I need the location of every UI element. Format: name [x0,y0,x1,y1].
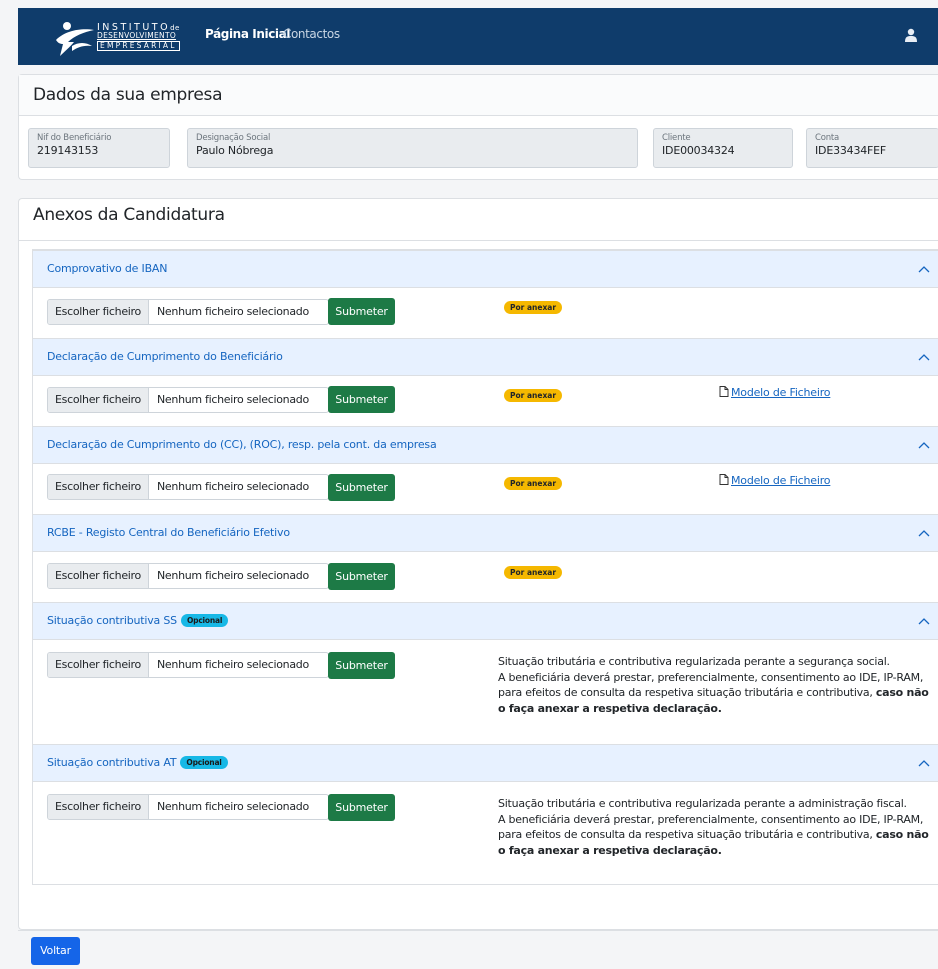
nav-home-link[interactable]: Página Inicial [205,27,290,41]
submit-button[interactable]: Submeter [328,652,395,679]
chevron-up-icon [918,618,930,625]
accordion-title-wrap: Situação contributiva SS Opcional [47,614,229,627]
client-field: Cliente IDE00034324 [653,128,793,168]
submit-button[interactable]: Submeter [328,386,395,413]
chevron-up-icon [918,760,930,767]
account-label: Conta [815,133,840,143]
ss-situation-note: Situação tributária e contributiva regul… [498,654,933,716]
accordion-title: Situação contributiva AT [47,756,177,769]
optional-badge: Opcional [180,756,228,769]
file-input-at-situation[interactable]: Escolher ficheiro Nenhum ficheiro seleci… [47,794,329,820]
accordion-header-rcbe[interactable]: RCBE - Registo Central do Beneficiário E… [33,514,938,552]
accordion-header-ss-situation[interactable]: Situação contributiva SS Opcional [33,602,938,640]
choose-file-button[interactable]: Escolher ficheiro [48,564,149,588]
file-name-text: Nenhum ficheiro selecionado [157,658,309,671]
submit-button[interactable]: Submeter [328,298,395,325]
company-panel-title: Dados da sua empresa [19,75,938,116]
choose-file-button[interactable]: Escolher ficheiro [48,388,149,412]
chevron-up-icon [918,354,930,361]
logo-line-2: DESENVOLVIMENTO [97,31,177,40]
file-icon [719,474,729,485]
chevron-up-icon [918,266,930,273]
note-line-1: Situação tributária e contributiva regul… [498,655,890,668]
accordion-title: RCBE - Registo Central do Beneficiário E… [47,526,290,539]
file-name-text: Nenhum ficheiro selecionado [157,569,309,582]
file-icon [719,386,729,397]
optional-badge: Opcional [180,614,229,627]
file-name-text: Nenhum ficheiro selecionado [157,305,309,318]
logo-line-3: EMPRESARIAL [97,41,180,51]
chevron-up-icon [918,442,930,449]
back-button[interactable]: Voltar [31,937,80,965]
accordion-title-wrap: Situação contributiva AT Opcional [47,756,228,769]
model-file-link-text: Modelo de Ficheiro [731,386,831,399]
chevron-up-icon [918,530,930,537]
accordion-title: Declaração de Cumprimento do (CC), (ROC)… [47,438,437,451]
file-name-text: Nenhum ficheiro selecionado [157,480,309,493]
divider [19,240,938,241]
model-file-link[interactable]: Modelo de Ficheiro [719,474,831,487]
accordion-header-iban[interactable]: Comprovativo de IBAN [33,250,938,288]
file-name-text: Nenhum ficheiro selecionado [157,800,309,813]
accordion-title: Declaração de Cumprimento do Beneficiári… [47,350,283,363]
choose-file-button[interactable]: Escolher ficheiro [48,300,149,324]
nif-field: Nif do Beneficiário 219143153 [28,128,170,168]
status-badge: Por anexar [504,566,563,579]
submit-button[interactable]: Submeter [328,563,395,590]
model-file-link[interactable]: Modelo de Ficheiro [719,386,831,399]
accordion-title: Situação contributiva SS [47,614,177,627]
status-badge: Por anexar [504,301,563,314]
nif-value: 219143153 [37,144,99,157]
status-badge: Por anexar [504,477,563,490]
ide-logo[interactable]: INSTITUTOde DESENVOLVIMENTO EMPRESARIAL [54,20,194,56]
file-input-cc-roc-declaration[interactable]: Escolher ficheiro Nenhum ficheiro seleci… [47,474,329,500]
annex-accordion: Comprovativo de IBAN Escolher ficheiro N… [32,249,938,885]
note-line-2: A beneficiária deverá prestar, preferenc… [498,670,924,700]
note-line-2: A beneficiária deverá prestar, preferenc… [498,812,924,842]
annex-panel-title: Anexos da Candidatura [33,205,225,225]
client-label: Cliente [662,133,691,143]
file-name-text: Nenhum ficheiro selecionado [157,393,309,406]
logo-text: INSTITUTOde DESENVOLVIMENTO EMPRESARIAL [97,23,180,51]
footer-divider [18,930,938,931]
file-input-beneficiary-declaration[interactable]: Escolher ficheiro Nenhum ficheiro seleci… [47,387,329,413]
status-badge: Por anexar [504,389,563,402]
accordion-header-beneficiary-declaration[interactable]: Declaração de Cumprimento do Beneficiári… [33,338,938,376]
file-input-iban[interactable]: Escolher ficheiro Nenhum ficheiro seleci… [47,299,329,325]
choose-file-button[interactable]: Escolher ficheiro [48,653,149,677]
file-input-ss-situation[interactable]: Escolher ficheiro Nenhum ficheiro seleci… [47,652,329,678]
accordion-title: Comprovativo de IBAN [47,262,168,275]
nav-contacts-link[interactable]: Contactos [283,27,340,41]
accordion-header-cc-roc-declaration[interactable]: Declaração de Cumprimento do (CC), (ROC)… [33,426,938,464]
accordion-header-at-situation[interactable]: Situação contributiva AT Opcional [33,744,938,782]
account-value: IDE33434FEF [815,144,887,157]
user-icon[interactable] [905,28,917,42]
submit-button[interactable]: Submeter [328,474,395,501]
at-situation-note: Situação tributária e contributiva regul… [498,796,933,858]
company-data-panel: Dados da sua empresa Nif do Beneficiário… [18,74,938,180]
social-name-value: Paulo Nóbrega [196,144,274,157]
logo-mark-icon [56,22,94,56]
annex-panel: Anexos da Candidatura Comprovativo de IB… [18,198,938,930]
note-line-1: Situação tributária e contributiva regul… [498,797,907,810]
choose-file-button[interactable]: Escolher ficheiro [48,795,149,819]
choose-file-button[interactable]: Escolher ficheiro [48,475,149,499]
nif-label: Nif do Beneficiário [37,133,112,143]
model-file-link-text: Modelo de Ficheiro [731,474,831,487]
social-name-label: Designação Social [196,133,271,143]
social-name-field: Designação Social Paulo Nóbrega [187,128,638,168]
file-input-rcbe[interactable]: Escolher ficheiro Nenhum ficheiro seleci… [47,563,329,589]
account-field: Conta IDE33434FEF [806,128,938,168]
submit-button[interactable]: Submeter [328,794,395,821]
client-value: IDE00034324 [662,144,735,157]
top-navbar: INSTITUTOde DESENVOLVIMENTO EMPRESARIAL … [18,8,938,65]
